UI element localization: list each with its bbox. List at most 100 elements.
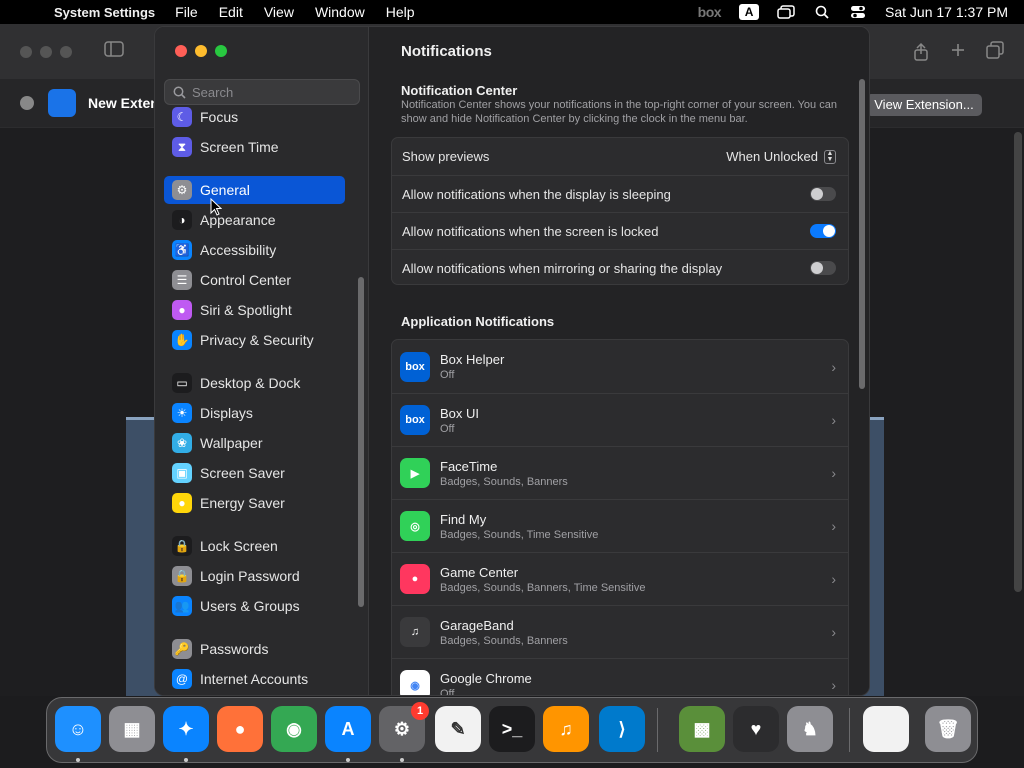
app-notification-summary: Off <box>440 422 455 435</box>
preview-window-icon[interactable] <box>863 706 909 752</box>
share-icon[interactable] <box>912 42 930 67</box>
sidebar-item-control-center[interactable]: ☰ Control Center <box>164 266 345 294</box>
screen-locked-toggle[interactable] <box>810 224 836 238</box>
browser-scrollbar[interactable] <box>1014 132 1022 592</box>
app-text: Google Chrome Off <box>440 671 532 696</box>
sidebar-item-passwords[interactable]: 🔑 Passwords <box>164 635 345 663</box>
general-icon: ⚙ <box>172 180 192 200</box>
internet-accounts-icon: @ <box>172 669 192 689</box>
spotlight-search-icon[interactable] <box>813 5 831 19</box>
safari-icon[interactable]: ✦ <box>163 706 209 752</box>
sidebar-item-accessibility[interactable]: ♿ Accessibility <box>164 236 345 264</box>
app-row-game-center[interactable]: ● Game Center Badges, Sounds, Banners, Tim… <box>392 552 848 605</box>
sidebar-item-login-password[interactable]: 🔒 Login Password <box>164 562 345 590</box>
window-controls <box>175 45 227 57</box>
close-tab-icon[interactable] <box>20 96 34 110</box>
menu-app-name[interactable]: System Settings <box>54 5 155 20</box>
garageband-icon[interactable]: ♫ <box>543 706 589 752</box>
notification-badge: 1 <box>411 702 429 720</box>
chrome-icon[interactable]: ◉ <box>271 706 317 752</box>
browser-tab-title[interactable]: New Exten <box>88 95 159 111</box>
wallpaper-icon: ❀ <box>172 433 192 453</box>
terminal-icon[interactable]: >_ <box>489 706 535 752</box>
app-row-box-ui[interactable]: box Box UI Off › <box>392 393 848 446</box>
sidebar-item-label: Users & Groups <box>200 598 300 614</box>
toggle-label: Allow notifications when mirroring or sh… <box>402 260 723 276</box>
close-button[interactable] <box>20 45 32 58</box>
launchpad-icon[interactable]: ▦ <box>109 706 155 752</box>
app-row-google-chrome[interactable]: ◉ Google Chrome Off › <box>392 658 848 696</box>
view-extension-button[interactable]: View Extension... <box>866 94 982 116</box>
sidebar-item-label: Accessibility <box>200 242 277 258</box>
pane-scrollbar[interactable] <box>859 79 865 389</box>
show-previews-popup[interactable]: When Unlocked ▲ ▼ <box>726 149 836 164</box>
input-source-icon[interactable]: A <box>739 4 760 20</box>
firefox-icon[interactable]: ● <box>217 706 263 752</box>
textedit-icon[interactable]: ✎ <box>435 706 481 752</box>
sidebar-item-desktop-dock[interactable]: ▭ Desktop & Dock <box>164 369 345 397</box>
chess-icon[interactable]: ♞ <box>787 706 833 752</box>
sidebar-item-focus[interactable]: ☾ Focus <box>164 103 345 131</box>
settings-sidebar: ☾ Focus ⧗ Screen Time ⚙ General ◑Appearance ♿ Ac… <box>155 27 369 695</box>
menu-view[interactable]: View <box>264 4 294 20</box>
sidebar-item-siri-spotlight[interactable]: ● Siri & Spotlight <box>164 296 345 324</box>
chevron-right-icon: › <box>831 465 836 481</box>
menu-window[interactable]: Window <box>315 4 365 20</box>
menu-edit[interactable]: Edit <box>219 4 243 20</box>
energy-saver-icon: ● <box>172 493 192 513</box>
system-settings-icon[interactable]: ⚙ 1 <box>379 702 429 752</box>
chevron-right-icon: › <box>831 412 836 428</box>
sidebar-item-displays[interactable]: ☀ Displays <box>164 399 345 427</box>
sidebar-item-screen-time[interactable]: ⧗ Screen Time <box>164 133 345 161</box>
menu-help[interactable]: Help <box>386 4 415 20</box>
sidebar-item-privacy-security[interactable]: ✋ Privacy & Security <box>164 326 345 354</box>
control-center-icon[interactable] <box>849 5 867 19</box>
zoom-button[interactable] <box>60 45 72 58</box>
new-tab-icon[interactable] <box>950 42 966 63</box>
toggle-row-display-sleeping: Allow notifications when the display is … <box>392 175 848 212</box>
app-row-facetime[interactable]: ▶ FaceTime Badges, Sounds, Banners › <box>392 446 848 499</box>
menu-clock[interactable]: Sat Jun 17 1:37 PM <box>885 4 1008 20</box>
finder-icon[interactable]: ☺ <box>55 706 101 752</box>
menu-file[interactable]: File <box>175 4 198 20</box>
toggle-row-mirroring: Allow notifications when mirroring or sh… <box>392 249 848 286</box>
sidebar-item-screen-saver[interactable]: ▣ Screen Saver <box>164 459 345 487</box>
show-previews-row[interactable]: Show previews When Unlocked ▲ ▼ <box>392 138 848 175</box>
garageband-icon: ♫ <box>400 617 430 647</box>
application-notifications-heading: Application Notifications <box>401 314 555 329</box>
vscode-icon[interactable]: ⟩ <box>599 706 645 752</box>
sidebar-scrollbar[interactable] <box>358 277 364 607</box>
app-row-find-my[interactable]: ◎ Find My Badges, Sounds, Time Sensitive › <box>392 499 848 552</box>
app-store-icon[interactable]: A <box>325 706 371 752</box>
dock-separator <box>657 708 658 752</box>
sidebar-item-label: Energy Saver <box>200 495 285 511</box>
tab-overview-icon[interactable] <box>986 41 1004 64</box>
sidebar-item-general[interactable]: ⚙ General <box>164 176 345 204</box>
sidebar-search[interactable] <box>164 79 360 105</box>
mirroring-toggle[interactable] <box>810 261 836 275</box>
sidebar-item-lock-screen[interactable]: 🔒 Lock Screen <box>164 532 345 560</box>
search-input[interactable] <box>192 84 352 100</box>
sidebar-toggle-icon[interactable] <box>104 41 124 62</box>
sidebar-item-appearance[interactable]: ◑ Appearance <box>164 206 345 234</box>
display-sleeping-toggle[interactable] <box>810 187 836 201</box>
stage-manager-icon[interactable] <box>777 5 795 19</box>
sidebar-item-internet-accounts[interactable]: @ Internet Accounts <box>164 665 345 693</box>
app-row-garageband[interactable]: ♫ GarageBand Badges, Sounds, Banners › <box>392 605 848 658</box>
close-window-button[interactable] <box>175 45 187 57</box>
app-name: Find My <box>440 511 487 527</box>
sidebar-item-energy-saver[interactable]: ● Energy Saver <box>164 489 345 517</box>
sidebar-item-users-groups[interactable]: 👥 Users & Groups <box>164 592 345 620</box>
zoom-window-button[interactable] <box>215 45 227 57</box>
minimize-button[interactable] <box>40 45 52 58</box>
sidebar-item-wallpaper[interactable]: ❀ Wallpaper <box>164 429 345 457</box>
pixel-heart-icon[interactable]: ♥ <box>733 706 779 752</box>
app-row-box-helper[interactable]: box Box Helper Off › <box>392 340 848 393</box>
trash-icon[interactable]: 🗑 <box>925 706 971 752</box>
minimize-window-button[interactable] <box>195 45 207 57</box>
sidebar-item-label: General <box>200 182 250 198</box>
box-menu-icon[interactable]: box <box>698 4 722 20</box>
minecraft-icon[interactable]: ▩ <box>679 706 725 752</box>
notifications-pane: Notifications Notification Center Notifi… <box>369 27 869 696</box>
sidebar-item-label: Desktop & Dock <box>200 375 301 391</box>
